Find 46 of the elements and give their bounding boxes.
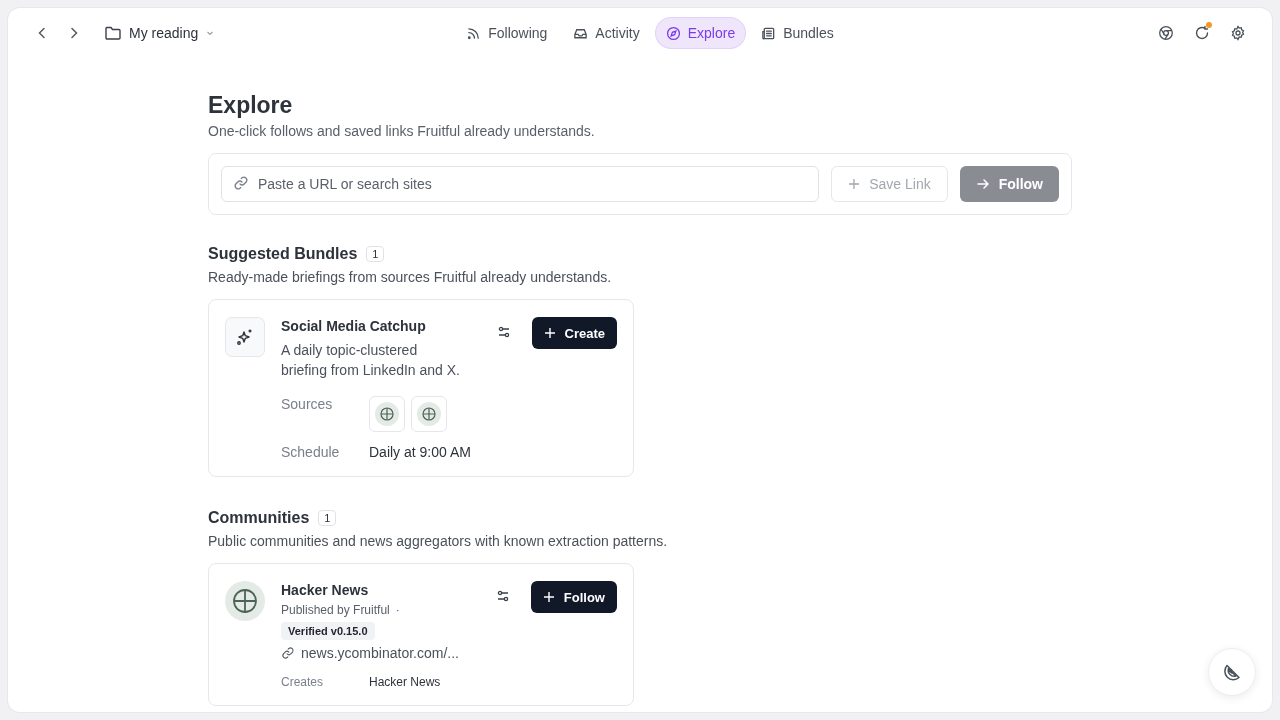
plus-icon xyxy=(542,591,555,603)
meta-label: Sources xyxy=(281,396,334,412)
browser-icon xyxy=(1158,25,1174,41)
link-icon xyxy=(281,646,295,660)
newspaper-icon xyxy=(761,25,777,41)
section-subtitle: Ready-made briefings from sources Fruitful already understands. xyxy=(208,269,613,285)
plus-icon xyxy=(848,178,861,190)
globe-icon xyxy=(225,581,265,621)
section-subtitle: Public communities and news aggregators with known extraction patterns. xyxy=(208,533,669,549)
compass-icon xyxy=(665,25,681,41)
section-title: Communities xyxy=(208,509,310,527)
gear-icon xyxy=(1230,25,1246,41)
bundle-name: Social Media Catchup xyxy=(281,318,427,334)
create-button[interactable]: Create xyxy=(531,317,617,349)
rss-icon xyxy=(466,25,482,41)
meta-value: Hacker News xyxy=(369,675,442,689)
count-badge: 1 xyxy=(366,246,385,262)
folder-dropdown[interactable]: My reading xyxy=(100,20,220,46)
nav-tab[interactable]: Following xyxy=(456,18,558,48)
community-name: Hacker News xyxy=(281,582,370,598)
refresh-icon xyxy=(1194,25,1210,41)
count-badge: 1 xyxy=(318,510,337,526)
follow-button[interactable]: Follow xyxy=(530,581,617,613)
page-subtitle: One-click follows and saved links Fruitful already understands. xyxy=(208,123,596,139)
globe-icon xyxy=(369,396,405,432)
section-title: Suggested Bundles xyxy=(208,245,358,263)
nav-tab[interactable]: Explore xyxy=(655,18,746,48)
separator-dot: · xyxy=(395,603,400,617)
globe-icon xyxy=(411,396,447,432)
meta-label: Creates xyxy=(281,675,325,689)
meta-value: Daily at 9:00 AM xyxy=(369,444,472,460)
arrow-right-icon xyxy=(975,177,990,191)
page-title: Explore xyxy=(208,92,294,119)
publisher-text: Published by Fruitful xyxy=(281,603,390,617)
folder-icon xyxy=(104,24,122,42)
source-link[interactable]: news.ycombinator.com/... xyxy=(301,645,459,661)
fruit-slice-button[interactable] xyxy=(1208,648,1256,696)
sparkles-icon xyxy=(225,317,265,357)
meta-label: Schedule xyxy=(281,444,341,460)
version-badge: Verified v0.15.0 xyxy=(281,622,375,640)
nav-tab[interactable]: Activity xyxy=(563,18,650,48)
bundle-description: A daily topic-clustered briefing from LinkedIn and X. xyxy=(281,341,461,380)
plus-icon xyxy=(543,327,556,339)
nav-tab[interactable]: Bundles xyxy=(751,18,844,48)
fruit-slice-icon xyxy=(1222,662,1242,682)
url-search-field[interactable]: Paste a URL or search sites xyxy=(221,166,820,202)
